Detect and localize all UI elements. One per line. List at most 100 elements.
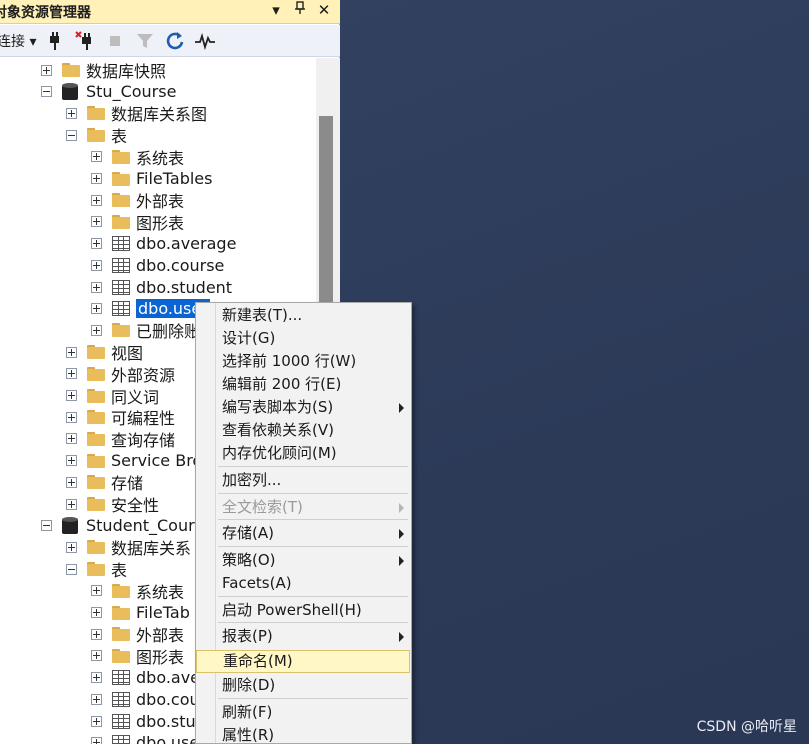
expand-icon[interactable] bbox=[66, 107, 77, 119]
table-icon bbox=[112, 301, 130, 317]
pin-icon[interactable] bbox=[292, 0, 308, 22]
expand-icon[interactable] bbox=[66, 433, 77, 445]
tree-node[interactable]: dbo.average bbox=[91, 233, 236, 255]
menu-item[interactable]: 加密列... bbox=[214, 469, 408, 492]
tree-node[interactable]: 存储 bbox=[66, 471, 143, 493]
table-icon bbox=[112, 670, 130, 686]
expand-icon[interactable] bbox=[91, 693, 102, 705]
expand-icon[interactable] bbox=[66, 368, 77, 380]
expand-icon[interactable] bbox=[91, 238, 102, 250]
stop-icon[interactable] bbox=[104, 30, 126, 52]
menu-item-label: 查看依赖关系(V) bbox=[222, 421, 334, 439]
tree-node[interactable]: 数据库关系 bbox=[66, 536, 191, 558]
close-icon[interactable]: ✕ bbox=[316, 0, 332, 22]
activity-monitor-icon[interactable] bbox=[194, 30, 216, 52]
collapse-icon[interactable] bbox=[41, 86, 52, 98]
tree-node[interactable]: Stu_Course bbox=[41, 81, 176, 103]
tree-node[interactable]: dbo.ave bbox=[91, 667, 200, 689]
menu-separator bbox=[218, 519, 408, 520]
filter-icon[interactable] bbox=[134, 30, 156, 52]
watermark: CSDN @哈听星 bbox=[696, 719, 797, 735]
connect-plug-icon[interactable] bbox=[44, 30, 66, 52]
menu-item[interactable]: 删除(D) bbox=[214, 674, 408, 697]
tree-node[interactable]: dbo.student bbox=[91, 276, 232, 298]
expand-icon[interactable] bbox=[66, 455, 77, 467]
connect-button[interactable]: 连接 ▾ bbox=[0, 31, 36, 51]
expand-icon[interactable] bbox=[91, 672, 102, 684]
menu-item[interactable]: Facets(A) bbox=[214, 572, 408, 595]
expand-icon[interactable] bbox=[91, 585, 102, 597]
collapse-icon[interactable] bbox=[66, 129, 77, 141]
menu-item[interactable]: 内存优化顾问(M) bbox=[214, 442, 408, 465]
expand-icon[interactable] bbox=[91, 173, 102, 184]
menu-item[interactable]: 设计(G) bbox=[214, 327, 408, 350]
menu-item[interactable]: 刷新(F) bbox=[214, 701, 408, 724]
tree-node[interactable]: dbo.cou bbox=[91, 688, 200, 710]
tree-node[interactable]: Service Bro bbox=[66, 450, 202, 472]
menu-item[interactable]: 存储(A) bbox=[214, 522, 408, 545]
menu-item[interactable]: 重命名(M) bbox=[196, 650, 410, 673]
tree-node[interactable]: FileTab bbox=[91, 602, 190, 624]
expand-icon[interactable] bbox=[91, 259, 102, 271]
menu-item[interactable]: 编写表脚本为(S) bbox=[214, 396, 408, 419]
menu-item[interactable]: 新建表(T)... bbox=[214, 304, 408, 327]
expand-icon[interactable] bbox=[91, 324, 102, 336]
expand-icon[interactable] bbox=[91, 194, 102, 206]
expand-icon[interactable] bbox=[91, 216, 102, 228]
tree-node[interactable]: dbo.use bbox=[91, 732, 199, 744]
refresh-icon[interactable] bbox=[164, 30, 186, 52]
tree-node[interactable]: 数据库关系图 bbox=[66, 102, 207, 124]
expand-icon[interactable] bbox=[66, 346, 77, 358]
expand-icon[interactable] bbox=[66, 476, 77, 488]
menu-item[interactable]: 策略(O) bbox=[214, 549, 408, 572]
tree-node-label: FileTables bbox=[136, 169, 213, 188]
collapse-icon[interactable] bbox=[66, 563, 77, 575]
expand-icon[interactable] bbox=[66, 498, 77, 510]
expand-icon[interactable] bbox=[66, 411, 77, 423]
tree-node-label: FileTab bbox=[136, 603, 190, 622]
tree-node[interactable]: dbo.course bbox=[91, 254, 224, 276]
menu-item[interactable]: 报表(P) bbox=[214, 625, 408, 648]
tree-node[interactable]: 外部表 bbox=[91, 623, 184, 645]
dropdown-icon[interactable]: ▾ bbox=[268, 0, 284, 22]
menu-item[interactable]: 启动 PowerShell(H) bbox=[214, 599, 408, 622]
expand-icon[interactable] bbox=[91, 650, 102, 662]
tree-node[interactable]: 已删除账 bbox=[91, 319, 200, 341]
tree-node[interactable]: 视图 bbox=[66, 341, 143, 363]
tree-node[interactable]: 外部表 bbox=[91, 189, 184, 211]
menu-separator bbox=[218, 466, 408, 467]
expand-icon[interactable] bbox=[66, 541, 77, 553]
tree-node[interactable]: 表 bbox=[66, 124, 127, 146]
tree-node[interactable]: 图形表 bbox=[91, 211, 184, 233]
expand-icon[interactable] bbox=[91, 737, 102, 744]
tree-node[interactable]: 表 bbox=[66, 558, 127, 580]
collapse-icon[interactable] bbox=[41, 520, 52, 532]
tree-node[interactable]: 系统表 bbox=[91, 146, 184, 168]
tree-node[interactable]: dbo.stu bbox=[91, 710, 196, 732]
menu-item[interactable]: 编辑前 200 行(E) bbox=[214, 373, 408, 396]
menu-item[interactable]: 选择前 1000 行(W) bbox=[214, 350, 408, 373]
expand-icon[interactable] bbox=[91, 281, 102, 293]
tree-node[interactable]: 查询存储 bbox=[66, 428, 175, 450]
expand-icon[interactable] bbox=[41, 64, 52, 76]
expand-icon[interactable] bbox=[91, 151, 102, 163]
tree-node[interactable]: 数据库快照 bbox=[41, 59, 166, 81]
menu-item[interactable]: 属性(R) bbox=[214, 724, 408, 744]
expand-icon[interactable] bbox=[91, 715, 102, 727]
tree-node[interactable]: Student_Cour bbox=[41, 515, 195, 537]
expand-icon[interactable] bbox=[91, 607, 102, 618]
expand-icon[interactable] bbox=[91, 303, 102, 315]
expand-icon[interactable] bbox=[66, 390, 77, 401]
tree-node[interactable]: 图形表 bbox=[91, 645, 184, 667]
tree-node[interactable]: 同义词 bbox=[66, 385, 159, 407]
tree-node[interactable]: 外部资源 bbox=[66, 363, 175, 385]
tree-node[interactable]: 系统表 bbox=[91, 580, 184, 602]
expand-icon[interactable] bbox=[91, 628, 102, 640]
tree-node[interactable]: 安全性 bbox=[66, 493, 159, 515]
disconnect-icon[interactable] bbox=[74, 30, 96, 52]
tree-node[interactable]: dbo.user bbox=[91, 298, 210, 320]
tree-node[interactable]: FileTables bbox=[91, 168, 212, 190]
menu-item[interactable]: 查看依赖关系(V) bbox=[214, 419, 408, 442]
folder-icon bbox=[112, 149, 130, 164]
tree-node[interactable]: 可编程性 bbox=[66, 406, 175, 428]
